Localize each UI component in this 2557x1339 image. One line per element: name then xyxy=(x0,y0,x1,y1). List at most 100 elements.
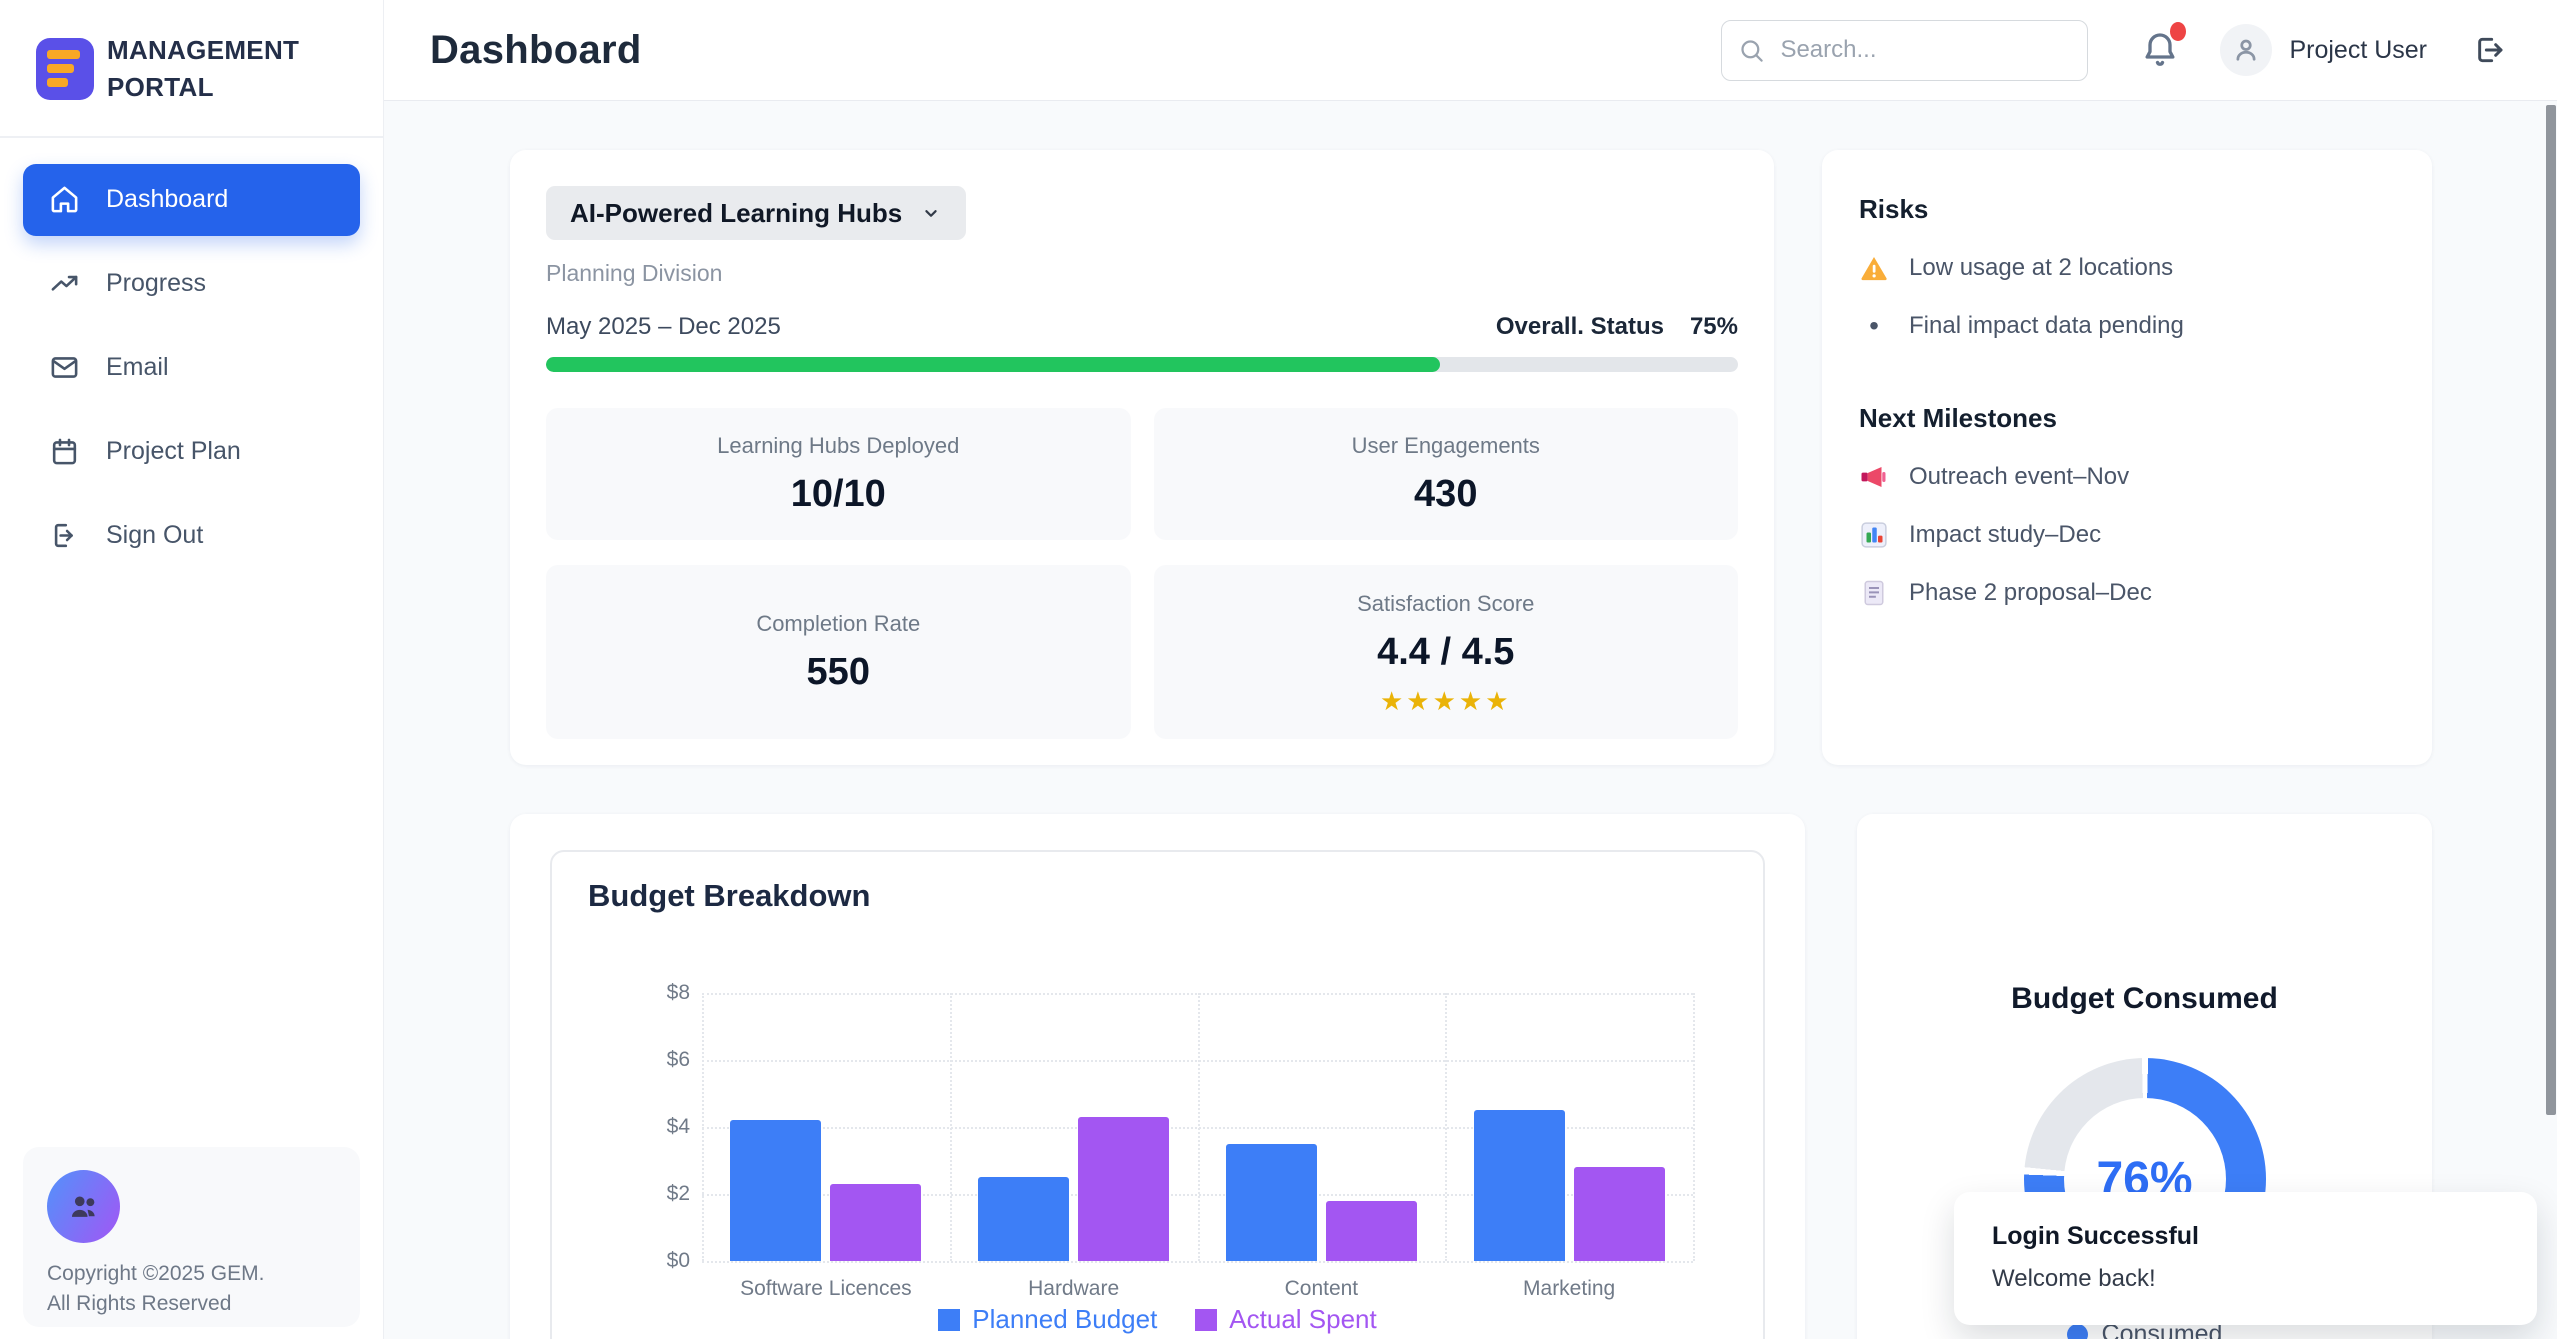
brand: MANAGEMENT PORTAL xyxy=(0,0,383,106)
search-icon xyxy=(1738,37,1765,64)
sidebar-item-label: Progress xyxy=(106,269,206,298)
x-axis-label: Hardware xyxy=(950,1277,1198,1301)
logout-icon xyxy=(2473,34,2505,66)
stats-grid: Learning Hubs Deployed 10/10 User Engageme… xyxy=(546,408,1738,739)
milestones-title: Next Milestones xyxy=(1859,403,2395,434)
sidebar-item-sign-out[interactable]: Sign Out xyxy=(23,500,360,572)
header-right: Project User xyxy=(1721,20,2505,81)
people-icon xyxy=(67,1190,101,1224)
chevron-down-icon xyxy=(920,202,942,224)
risks-card: Risks Low usage at 2 locations •Final imp… xyxy=(1822,150,2432,765)
scrollbar-track xyxy=(2545,0,2557,1339)
bar-planned-budget-marketing xyxy=(1474,1110,1565,1261)
warning-icon xyxy=(1859,253,1889,283)
stat-card-user-engagements: User Engagements430 xyxy=(1154,408,1739,540)
brand-line1: MANAGEMENT xyxy=(107,32,299,69)
list-item-text: Impact study–Dec xyxy=(1909,521,2101,549)
search-box xyxy=(1721,20,2088,81)
list-item-impact-study-dec: Impact study–Dec xyxy=(1859,520,2395,550)
stat-card-learning-hubs-deployed: Learning Hubs Deployed 10/10 xyxy=(546,408,1131,540)
brand-logo-icon xyxy=(36,38,94,100)
bar-planned-budget-hardware xyxy=(978,1177,1069,1261)
project-date-range: May 2025 – Dec 2025 xyxy=(546,313,781,341)
sidebar-item-label: Email xyxy=(106,353,169,382)
app-root: MANAGEMENT PORTAL Dashboard Progress Email… xyxy=(0,0,2557,1339)
toast-notification: Login Successful Welcome back! xyxy=(1954,1192,2537,1325)
project-progress-track xyxy=(546,357,1738,372)
sidebar-item-label: Dashboard xyxy=(106,185,228,214)
legend-item-actual-spent[interactable]: Actual Spent xyxy=(1195,1304,1376,1335)
notifications-button[interactable] xyxy=(2140,30,2180,70)
overall-status-value: 75% xyxy=(1690,313,1738,341)
budget-breakdown-title: Budget Breakdown xyxy=(588,878,870,914)
sidebar-item-dashboard[interactable]: Dashboard xyxy=(23,164,360,236)
project-selector-label: AI-Powered Learning Hubs xyxy=(570,198,902,229)
sidebar: MANAGEMENT PORTAL Dashboard Progress Email… xyxy=(0,0,384,1339)
sidebar-item-label: Sign Out xyxy=(106,521,203,550)
list-item-text: Low usage at 2 locations xyxy=(1909,254,2173,282)
user-avatar xyxy=(2220,24,2272,76)
sidebar-item-progress[interactable]: Progress xyxy=(23,248,360,320)
sidebar-footer-card: Copyright ©2025 GEM. All Rights Reserved xyxy=(23,1147,360,1327)
budget-breakdown-card: Budget Breakdown Planned Budget Actual Sp… xyxy=(510,814,1805,1339)
bar-actual-spent-marketing xyxy=(1574,1167,1665,1261)
bar-planned-budget-content xyxy=(1226,1144,1317,1261)
gridline xyxy=(1198,993,1200,1261)
envelope-icon xyxy=(49,352,80,383)
copyright: Copyright ©2025 GEM. All Rights Reserved xyxy=(47,1259,336,1320)
user-name: Project User xyxy=(2289,36,2427,65)
project-progress-fill xyxy=(546,357,1440,372)
gridline xyxy=(1693,993,1695,1261)
brand-name: MANAGEMENT PORTAL xyxy=(107,32,299,106)
list-item-outreach-event-nov: Outreach event–Nov xyxy=(1859,462,2395,492)
sidebar-nav: Dashboard Progress Email Project Plan Sign O… xyxy=(0,138,383,572)
sidebar-item-project-plan[interactable]: Project Plan xyxy=(23,416,360,488)
sidebar-item-email[interactable]: Email xyxy=(23,332,360,404)
y-axis-tick: $4 xyxy=(612,1115,690,1139)
risks-title: Risks xyxy=(1859,194,2395,225)
list-item-text: Outreach event–Nov xyxy=(1909,463,2129,491)
document-icon xyxy=(1859,578,1889,608)
copyright-line2: All Rights Reserved xyxy=(47,1289,336,1319)
bar-chart-icon xyxy=(1859,520,1889,550)
legend-swatch xyxy=(1195,1309,1217,1331)
y-axis-tick: $8 xyxy=(612,981,690,1005)
star-rating: ★★★★★ xyxy=(1380,688,1512,714)
list-item-final-impact-data-pending: •Final impact data pending xyxy=(1859,311,2395,341)
list-item-phase-2-proposal-dec: Phase 2 proposal–Dec xyxy=(1859,578,2395,608)
gridline xyxy=(702,1261,1693,1263)
toast-body: Welcome back! xyxy=(1992,1265,2537,1293)
legend-label: Planned Budget xyxy=(972,1304,1157,1335)
stat-value: 430 xyxy=(1414,473,1477,516)
stat-card-satisfaction-score: Satisfaction Score4.4 / 4.5★★★★★ xyxy=(1154,565,1739,739)
bar-actual-spent-hardware xyxy=(1078,1117,1169,1261)
legend-label: Actual Spent xyxy=(1229,1304,1376,1335)
stat-label: Satisfaction Score xyxy=(1357,591,1534,617)
user-menu[interactable]: Project User xyxy=(2220,24,2427,76)
stat-label: Learning Hubs Deployed xyxy=(717,433,959,459)
stat-value: 10/10 xyxy=(791,473,886,516)
gridline xyxy=(950,993,952,1261)
x-axis-label: Content xyxy=(1198,1277,1446,1301)
search-input[interactable] xyxy=(1721,20,2088,81)
budget-breakdown-chart: Budget Breakdown Planned Budget Actual Sp… xyxy=(550,850,1765,1339)
sign-out-icon xyxy=(49,520,80,551)
legend-swatch xyxy=(938,1309,960,1331)
sidebar-item-label: Project Plan xyxy=(106,437,241,466)
calendar-icon xyxy=(49,436,80,467)
project-selector[interactable]: AI-Powered Learning Hubs xyxy=(546,186,966,240)
logout-button[interactable] xyxy=(2473,34,2505,66)
bar-actual-spent-software-licences xyxy=(830,1184,921,1261)
milestones-list: Outreach event–Nov Impact study–Dec Phase … xyxy=(1859,462,2395,608)
stat-card-completion-rate: Completion Rate 550 xyxy=(546,565,1131,739)
list-item-text: Final impact data pending xyxy=(1909,312,2184,340)
trending-up-icon xyxy=(49,268,80,299)
scrollbar-thumb[interactable] xyxy=(2546,105,2556,1115)
stat-value: 550 xyxy=(807,651,870,694)
megaphone-icon xyxy=(1859,462,1889,492)
bar-plot-area xyxy=(702,993,1693,1261)
stat-label: Completion Rate xyxy=(756,611,920,637)
legend-item-planned-budget[interactable]: Planned Budget xyxy=(938,1304,1157,1335)
x-axis-label: Marketing xyxy=(1445,1277,1693,1301)
y-axis-tick: $2 xyxy=(612,1182,690,1206)
